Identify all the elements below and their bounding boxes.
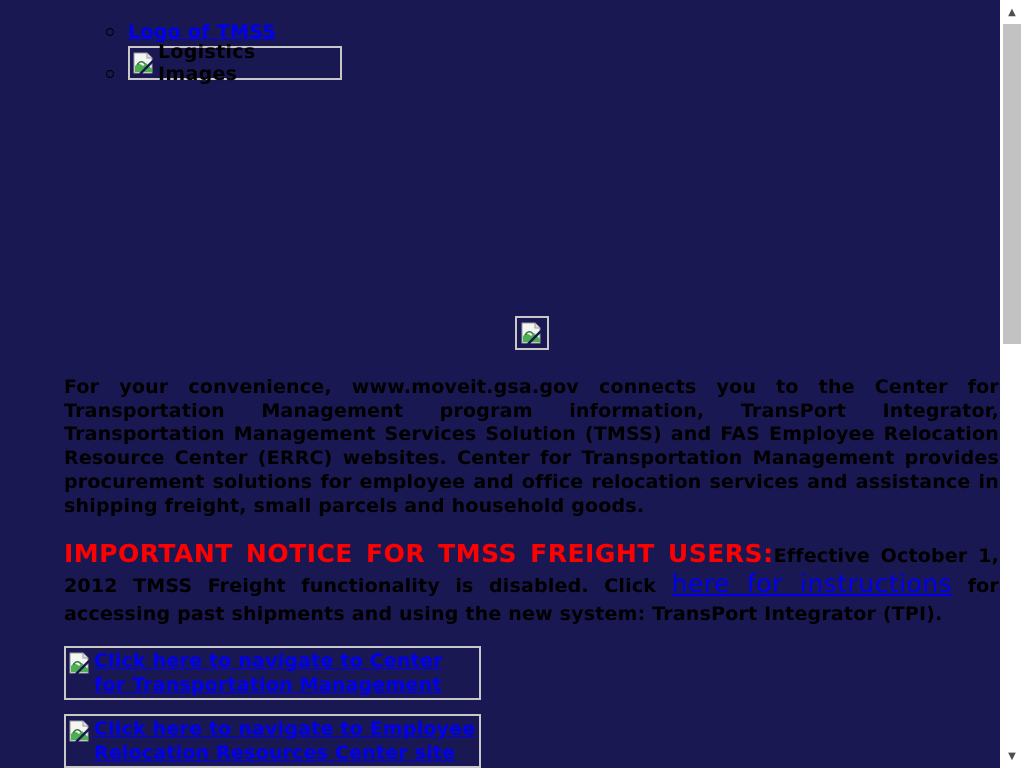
logistics-image-alt-text: Logistics Images xyxy=(158,41,256,85)
errc-nav-link-text: Click here to navigate to Employee Reloc… xyxy=(94,718,476,764)
logistics-image: Logistics Images xyxy=(128,41,342,85)
ctm-nav-link-text: Click here to navigate to Center for Tra… xyxy=(94,650,443,696)
broken-image-icon xyxy=(520,321,544,345)
page-viewport: Logo of TMSS Logistics Images For your c… xyxy=(0,0,1000,768)
chevron-up-icon[interactable]: ▲ xyxy=(1000,2,1024,22)
freight-notice: IMPORTANT NOTICE FOR TMSS FREIGHT USERS:… xyxy=(64,540,999,628)
broken-image-icon xyxy=(68,651,92,675)
vertical-scrollbar[interactable]: ▲ ▼ xyxy=(1000,0,1024,768)
ctm-nav-link[interactable]: Click here to navigate to Center for Tra… xyxy=(64,646,481,700)
chevron-down-icon[interactable]: ▼ xyxy=(1000,746,1024,766)
center-image xyxy=(515,316,549,350)
broken-image-icon xyxy=(68,719,92,743)
list-item-logistics: Logistics Images xyxy=(104,41,342,85)
tmss-logo-link[interactable]: Logo of TMSS xyxy=(128,21,276,43)
errc-nav-link[interactable]: Click here to navigate to Employee Reloc… xyxy=(64,714,481,768)
scrollbar-thumb[interactable] xyxy=(1003,24,1021,344)
broken-image-icon xyxy=(132,51,156,75)
intro-paragraph: For your convenience, www.moveit.gsa.gov… xyxy=(64,376,999,517)
main-content: For your convenience, www.moveit.gsa.gov… xyxy=(64,376,999,628)
instructions-link[interactable]: here for instructions xyxy=(672,569,953,598)
notice-heading: IMPORTANT NOTICE FOR TMSS FREIGHT USERS: xyxy=(64,539,774,569)
header-image-list: Logo of TMSS Logistics Images xyxy=(104,20,342,85)
